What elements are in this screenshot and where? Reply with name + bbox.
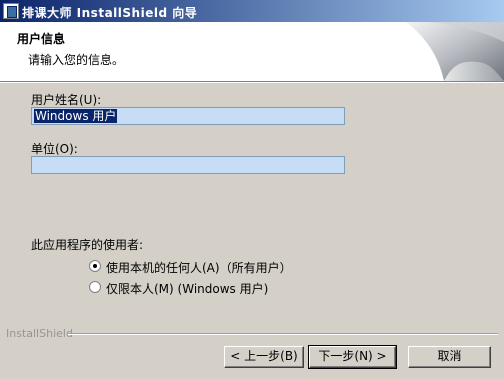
footer-divider	[68, 333, 498, 335]
radio-label-anyone[interactable]: 使用本机的任何人(A)（所有用户）	[106, 259, 292, 276]
radio-button-anyone[interactable]	[89, 260, 101, 272]
username-label: 用户姓名(U):	[31, 93, 102, 107]
cancel-button[interactable]: 取消	[408, 346, 491, 368]
radio-label-only-me[interactable]: 仅限本人(M) (Windows 用户)	[106, 280, 268, 297]
username-field[interactable]: Windows 用户	[31, 107, 345, 125]
page-subtitle: 请输入您的信息。	[28, 53, 125, 67]
organization-field[interactable]	[31, 156, 345, 174]
installer-app-icon	[3, 3, 19, 19]
header-panel: 用户信息 请输入您的信息。	[0, 22, 504, 82]
username-value: Windows 用户	[34, 109, 118, 123]
next-button[interactable]: 下一步(N) >	[308, 345, 397, 369]
back-button[interactable]: < 上一步(B)	[224, 346, 304, 368]
header-divider	[0, 82, 504, 83]
radio-button-only-me[interactable]	[89, 281, 101, 293]
page-curl-graphic-icon	[406, 22, 504, 81]
page-title: 用户信息	[17, 32, 66, 46]
organization-label: 单位(O):	[31, 142, 78, 156]
window-title: 排课大师 InstallShield 向导	[22, 6, 198, 20]
usage-label: 此应用程序的使用者:	[31, 238, 144, 252]
title-bar[interactable]: 排课大师 InstallShield 向导	[0, 0, 504, 22]
installshield-brand: InstallShield	[6, 327, 73, 340]
